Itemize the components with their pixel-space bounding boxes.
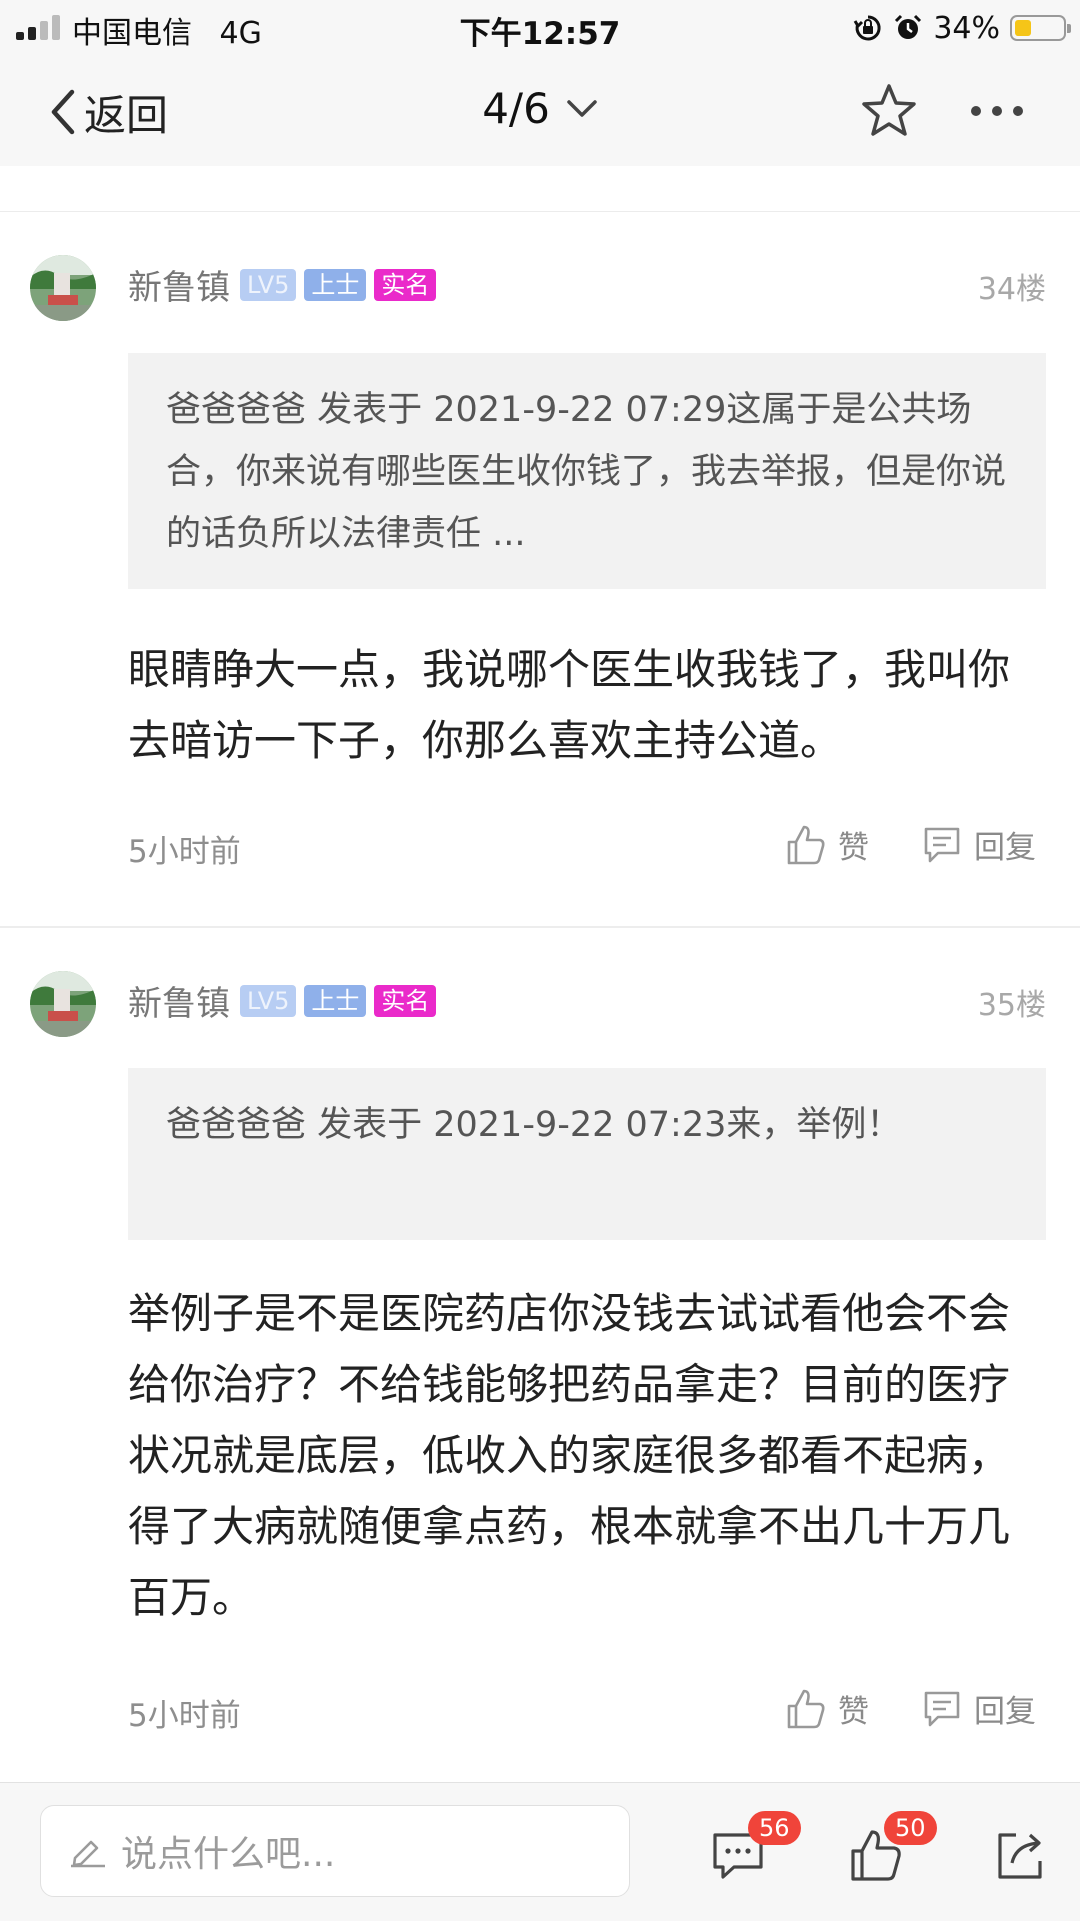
like-label: 赞 xyxy=(838,830,869,866)
comment-icon xyxy=(924,1691,960,1726)
star-icon[interactable] xyxy=(860,82,918,140)
rank-badge: 上士 xyxy=(304,268,367,301)
author-row: 新鲁镇 LV5 上士 实名 xyxy=(128,976,437,1025)
comment-placeholder: 说点什么吧... xyxy=(121,1834,336,1875)
pencil-icon xyxy=(71,1840,105,1868)
post-item: 新鲁镇 LV5 上士 实名 34楼 爸爸爸爸 发表于 2021-9-22 07:… xyxy=(0,212,1080,926)
orientation-lock-icon xyxy=(854,15,881,41)
quote-block[interactable]: 爸爸爸爸 发表于 2021-9-22 07:23来，举例！ xyxy=(128,1068,1046,1240)
post-time: 5小时前 xyxy=(128,834,241,870)
top-spacer xyxy=(0,166,1080,212)
nav-bar: 返回 4/6 xyxy=(0,56,1080,167)
battery-percent: 34% xyxy=(933,10,1000,46)
back-button[interactable]: 返回 xyxy=(48,84,168,140)
status-bar: 中国电信 4G 下午12:57 34% xyxy=(0,0,1080,56)
avatar[interactable] xyxy=(30,971,96,1037)
alarm-icon xyxy=(895,14,922,39)
status-right: 34% xyxy=(853,8,1071,48)
author-name[interactable]: 新鲁镇 xyxy=(128,260,230,309)
like-button[interactable]: 赞 xyxy=(786,822,869,867)
battery-fill xyxy=(1015,20,1031,36)
like-count-badge: 50 xyxy=(884,1811,937,1845)
battery-icon xyxy=(1010,15,1071,41)
avatar[interactable] xyxy=(30,255,96,321)
reply-label: 回复 xyxy=(974,830,1036,866)
thumbs-up-icon xyxy=(787,825,825,864)
post-time: 5小时前 xyxy=(128,1698,241,1734)
verified-badge: 实名 xyxy=(374,268,437,301)
author-row: 新鲁镇 LV5 上士 实名 xyxy=(128,260,437,309)
level-badge: LV5 xyxy=(240,268,297,301)
thumbs-up-icon xyxy=(787,1689,825,1728)
rank-badge: 上士 xyxy=(304,984,367,1017)
reply-label: 回复 xyxy=(974,1694,1036,1730)
comment-count-badge: 56 xyxy=(748,1811,801,1845)
back-label: 返回 xyxy=(84,90,169,140)
reply-button[interactable]: 回复 xyxy=(922,1686,1036,1731)
post-body: 眼睛睁大一点，我说哪个医生收我钱了，我叫你去暗访一下子，你那么喜欢主持公道。 xyxy=(128,645,1011,765)
page-indicator: 4/6 xyxy=(482,84,550,133)
share-icon[interactable] xyxy=(992,1827,1048,1883)
floor-number: 34楼 xyxy=(977,272,1046,307)
more-icon[interactable] xyxy=(966,82,1028,140)
chevron-down-icon xyxy=(567,99,597,117)
bottom-bar: 说点什么吧... 56 50 xyxy=(0,1782,1080,1921)
post-body: 举例子是不是医院药店你没钱去试试看他会不会给你治疗？不给钱能够把药品拿走？目前的… xyxy=(128,1289,1011,1622)
comment-icon xyxy=(924,827,960,862)
page-selector[interactable]: 4/6 xyxy=(482,84,598,133)
verified-badge: 实名 xyxy=(374,984,437,1017)
post-item: 新鲁镇 LV5 上士 实名 35楼 爸爸爸爸 发表于 2021-9-22 07:… xyxy=(0,928,1080,1782)
level-badge: LV5 xyxy=(240,984,297,1017)
like-button[interactable]: 赞 xyxy=(786,1686,869,1731)
comment-input[interactable]: 说点什么吧... xyxy=(40,1805,630,1897)
quote-block[interactable]: 爸爸爸爸 发表于 2021-9-22 07:29这属于是公共场合，你来说有哪些医… xyxy=(128,353,1046,589)
author-name[interactable]: 新鲁镇 xyxy=(128,976,230,1025)
chevron-left-icon xyxy=(51,89,75,135)
floor-number: 35楼 xyxy=(977,988,1046,1023)
reply-button[interactable]: 回复 xyxy=(922,822,1036,867)
like-label: 赞 xyxy=(838,1694,869,1730)
